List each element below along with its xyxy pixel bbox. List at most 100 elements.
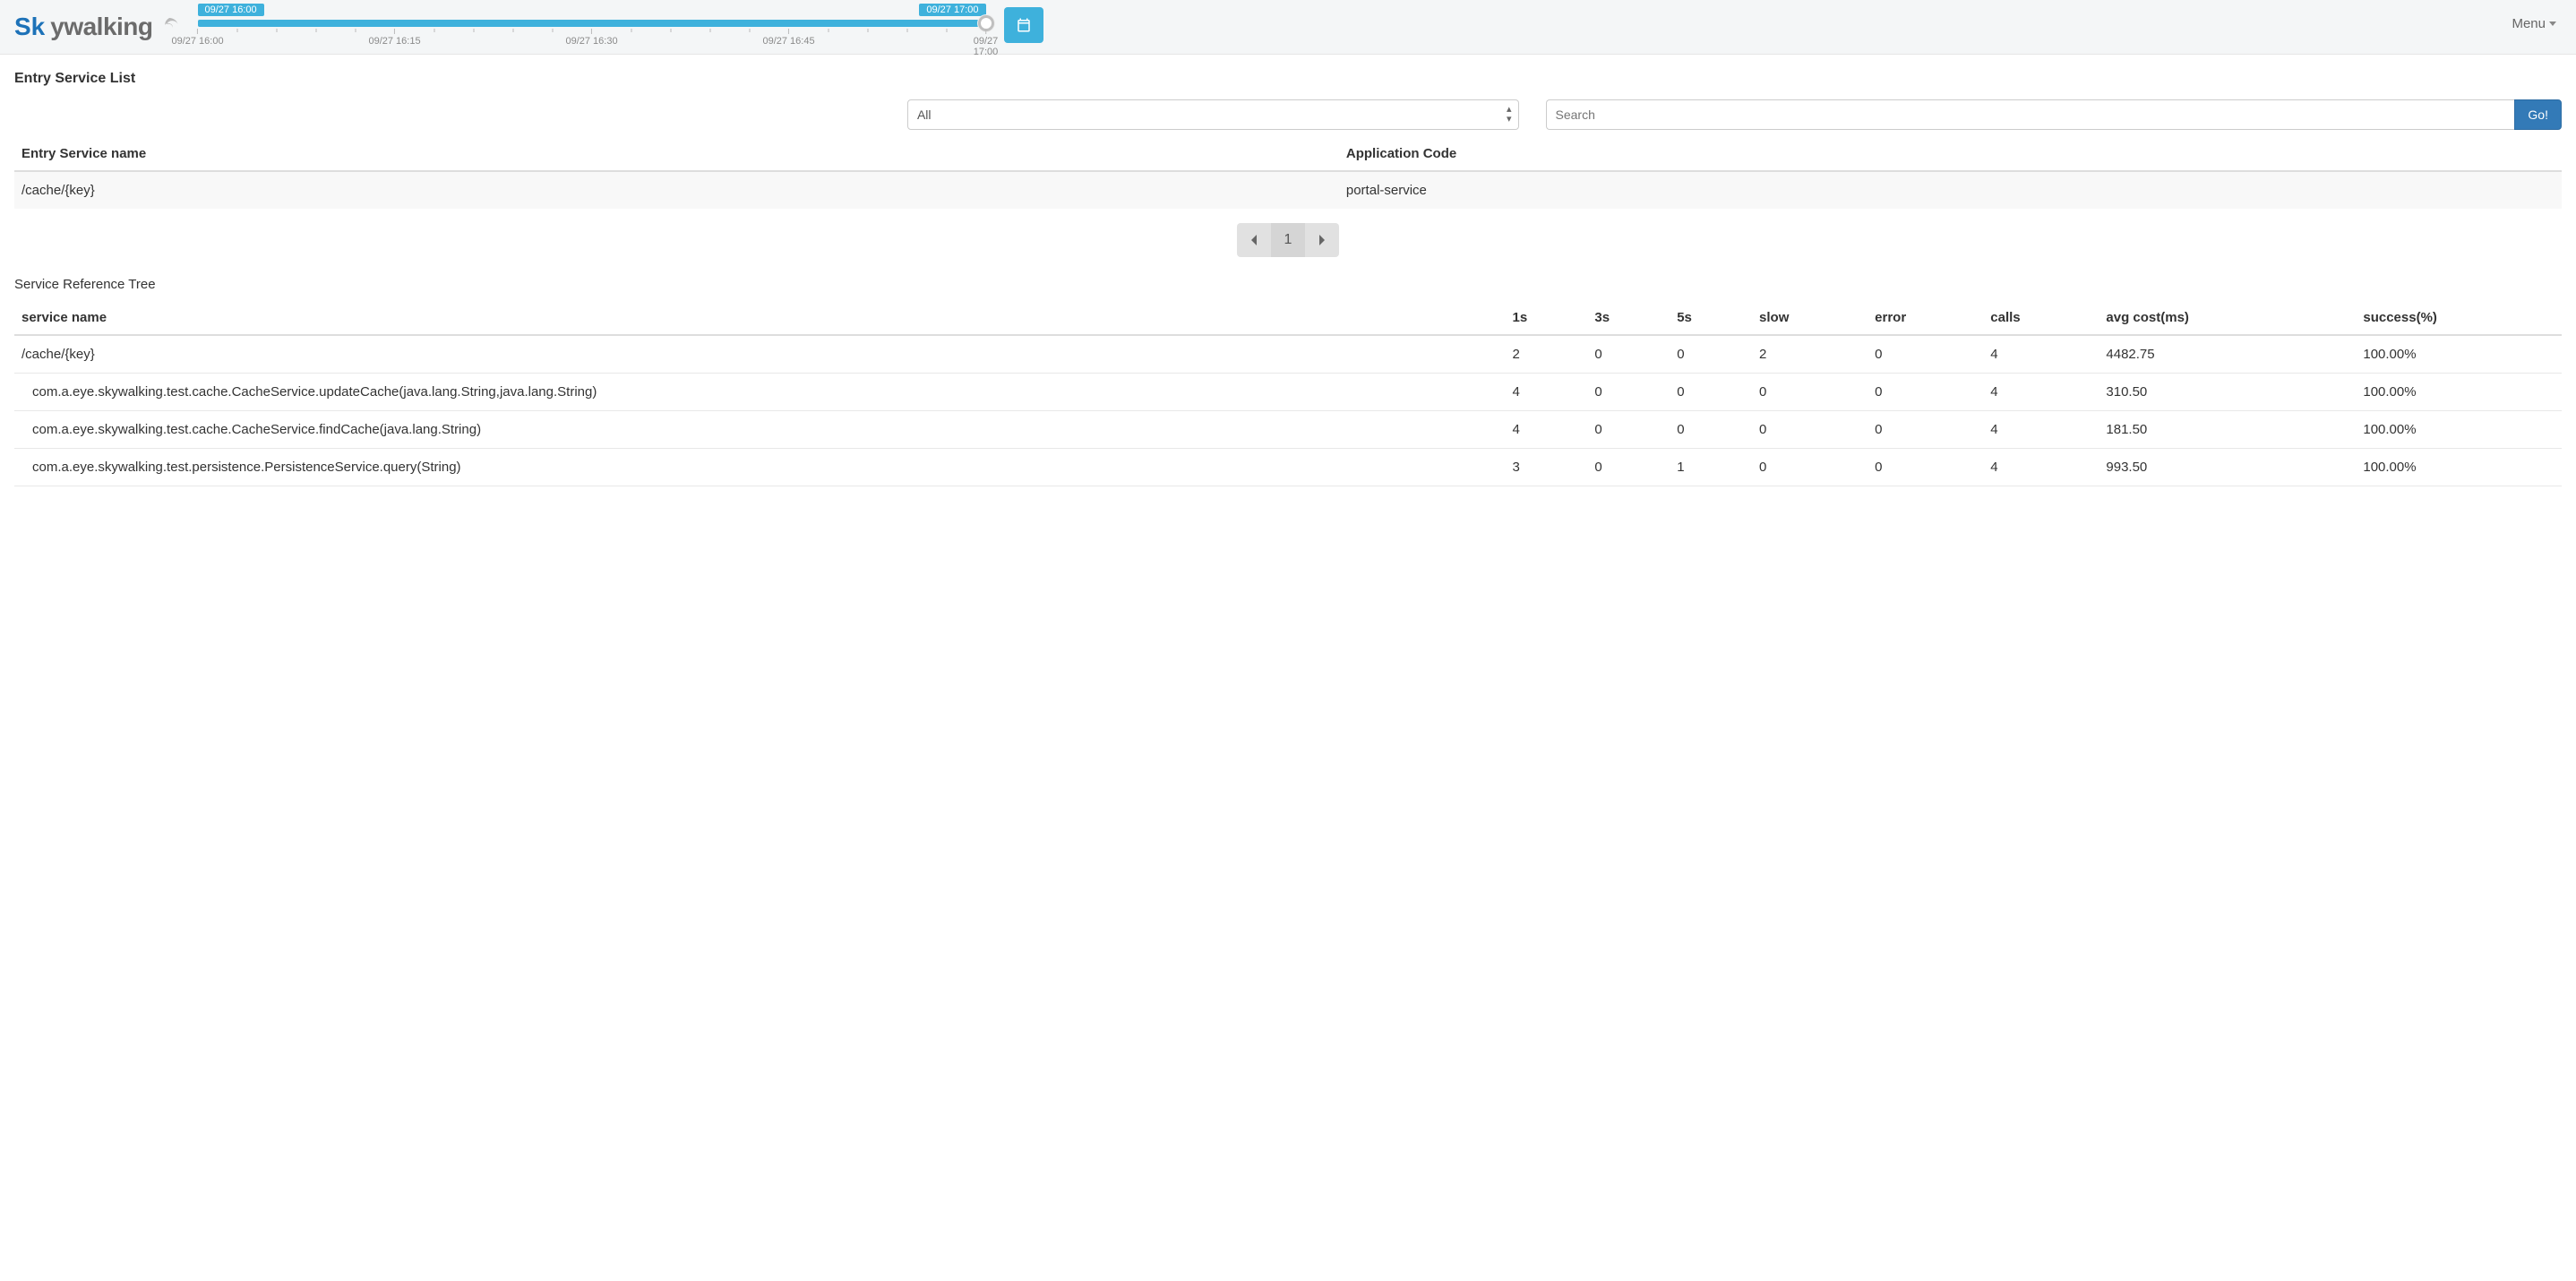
entry-service-table: Entry Service name Application Code /cac… — [14, 137, 2562, 209]
entry-service-row[interactable]: /cache/{key}portal-service — [14, 171, 2562, 209]
tree-cell-c5s: 1 — [1670, 449, 1752, 486]
tree-row[interactable]: /cache/{key}2002044482.75100.00% — [14, 335, 2562, 374]
calendar-icon — [1016, 17, 1032, 33]
search-group: Go! — [1546, 99, 2563, 130]
logo-suffix: ywalking — [50, 13, 152, 41]
tree-cell-avg: 310.50 — [2099, 374, 2356, 411]
time-range-slider[interactable]: 09/27 16:00 09/27 17:00 09/27 16:00 09/27… — [198, 0, 986, 52]
logo[interactable]: Skywalking — [14, 0, 180, 41]
tree-cell-slow: 2 — [1752, 335, 1868, 374]
tree-cell-avg: 4482.75 — [2099, 335, 2356, 374]
tree-cell-error: 0 — [1868, 411, 1983, 449]
chevron-left-icon — [1249, 234, 1258, 246]
pagination-group: 1 — [1237, 223, 1339, 257]
timeline-start-pill: 09/27 16:00 — [198, 4, 264, 16]
col-1s: 1s — [1506, 301, 1588, 335]
tree-cell-avg: 181.50 — [2099, 411, 2356, 449]
tree-cell-c1s: 4 — [1506, 374, 1588, 411]
col-slow: slow — [1752, 301, 1868, 335]
tree-cell-c5s: 0 — [1670, 411, 1752, 449]
tree-row[interactable]: com.a.eye.skywalking.test.persistence.Pe… — [14, 449, 2562, 486]
tree-cell-c3s: 0 — [1587, 411, 1670, 449]
page-prev-button[interactable] — [1237, 223, 1271, 257]
tree-cell-c1s: 2 — [1506, 335, 1588, 374]
timeline-minor-tick — [355, 29, 356, 34]
timeline-tick: 09/27 17:00 — [974, 29, 999, 57]
tree-cell-c5s: 0 — [1670, 374, 1752, 411]
tree-cell-calls: 4 — [1983, 335, 2099, 374]
col-avg: avg cost(ms) — [2099, 301, 2356, 335]
col-3s: 3s — [1587, 301, 1670, 335]
timeline-minor-tick — [552, 29, 553, 34]
tree-cell-calls: 4 — [1983, 449, 2099, 486]
tree-cell-c5s: 0 — [1670, 335, 1752, 374]
page-number-button[interactable]: 1 — [1271, 223, 1305, 257]
tree-cell-c1s: 4 — [1506, 411, 1588, 449]
timeline-minor-tick — [236, 29, 237, 34]
entry-service-title: Entry Service List — [14, 71, 2562, 87]
tree-service-name: /cache/{key} — [14, 335, 1506, 374]
timeline-minor-tick — [670, 29, 671, 34]
timeline-minor-tick — [473, 29, 474, 34]
application-filter[interactable]: All ▴▾ — [907, 99, 1519, 130]
pagination: 1 — [14, 223, 2562, 257]
caret-down-icon — [2549, 21, 2556, 26]
col-service-name: service name — [14, 301, 1506, 335]
page-next-button[interactable] — [1305, 223, 1339, 257]
col-application-code: Application Code — [1339, 137, 2562, 171]
timeline-minor-tick — [946, 29, 947, 34]
tree-cell-c3s: 0 — [1587, 374, 1670, 411]
application-select[interactable]: All — [907, 99, 1519, 130]
filter-row: All ▴▾ Go! — [14, 99, 2562, 130]
tree-cell-slow: 0 — [1752, 374, 1868, 411]
tree-row[interactable]: com.a.eye.skywalking.test.cache.CacheSer… — [14, 411, 2562, 449]
topbar: Skywalking 09/27 16:00 09/27 17:00 09/27… — [0, 0, 2576, 55]
timeline-minor-tick — [276, 29, 277, 34]
timeline-minor-tick — [315, 29, 316, 34]
timeline-fill — [198, 20, 986, 27]
search-input[interactable] — [1546, 99, 2515, 130]
go-button[interactable]: Go! — [2514, 99, 2562, 130]
tree-cell-success: 100.00% — [2356, 335, 2562, 374]
chevron-right-icon — [1318, 234, 1327, 246]
content: Entry Service List All ▴▾ Go! Entry Serv… — [0, 55, 2576, 499]
menu-dropdown[interactable]: Menu — [2512, 0, 2556, 31]
tree-cell-calls: 4 — [1983, 411, 2099, 449]
col-success: success(%) — [2356, 301, 2562, 335]
col-entry-service-name: Entry Service name — [14, 137, 1339, 171]
application-code: portal-service — [1339, 171, 2562, 209]
tree-service-name: com.a.eye.skywalking.test.persistence.Pe… — [14, 449, 1506, 486]
timeline-minor-tick — [906, 29, 907, 34]
tree-cell-slow: 0 — [1752, 411, 1868, 449]
timeline-minor-tick — [749, 29, 750, 34]
tree-cell-calls: 4 — [1983, 374, 2099, 411]
timeline-ticks: 09/27 16:0009/27 16:1509/27 16:3009/27 1… — [198, 29, 986, 52]
tree-cell-error: 0 — [1868, 374, 1983, 411]
timeline-labels: 09/27 16:00 09/27 17:00 — [198, 4, 986, 18]
tree-cell-success: 100.00% — [2356, 449, 2562, 486]
timeline-minor-tick — [709, 29, 710, 34]
tree-service-name: com.a.eye.skywalking.test.cache.CacheSer… — [14, 411, 1506, 449]
tree-cell-error: 0 — [1868, 449, 1983, 486]
tree-title: Service Reference Tree — [14, 277, 2562, 292]
col-5s: 5s — [1670, 301, 1752, 335]
tree-service-name: com.a.eye.skywalking.test.cache.CacheSer… — [14, 374, 1506, 411]
tree-cell-c3s: 0 — [1587, 449, 1670, 486]
timeline-tick: 09/27 16:45 — [762, 29, 814, 47]
tree-cell-slow: 0 — [1752, 449, 1868, 486]
col-calls: calls — [1983, 301, 2099, 335]
timeline-minor-tick — [867, 29, 868, 34]
logo-prefix: Sk — [14, 13, 45, 41]
timeline-track[interactable] — [198, 20, 986, 27]
calendar-button[interactable] — [1004, 7, 1043, 43]
tree-cell-c3s: 0 — [1587, 335, 1670, 374]
tree-cell-success: 100.00% — [2356, 374, 2562, 411]
col-error: error — [1868, 301, 1983, 335]
service-tree-table: service name 1s 3s 5s slow error calls a… — [14, 301, 2562, 486]
tree-cell-avg: 993.50 — [2099, 449, 2356, 486]
timeline-tick: 09/27 16:15 — [368, 29, 420, 47]
tree-row[interactable]: com.a.eye.skywalking.test.cache.CacheSer… — [14, 374, 2562, 411]
timeline-minor-tick — [828, 29, 829, 34]
timeline-tick: 09/27 16:30 — [565, 29, 617, 47]
menu-label: Menu — [2512, 16, 2546, 31]
